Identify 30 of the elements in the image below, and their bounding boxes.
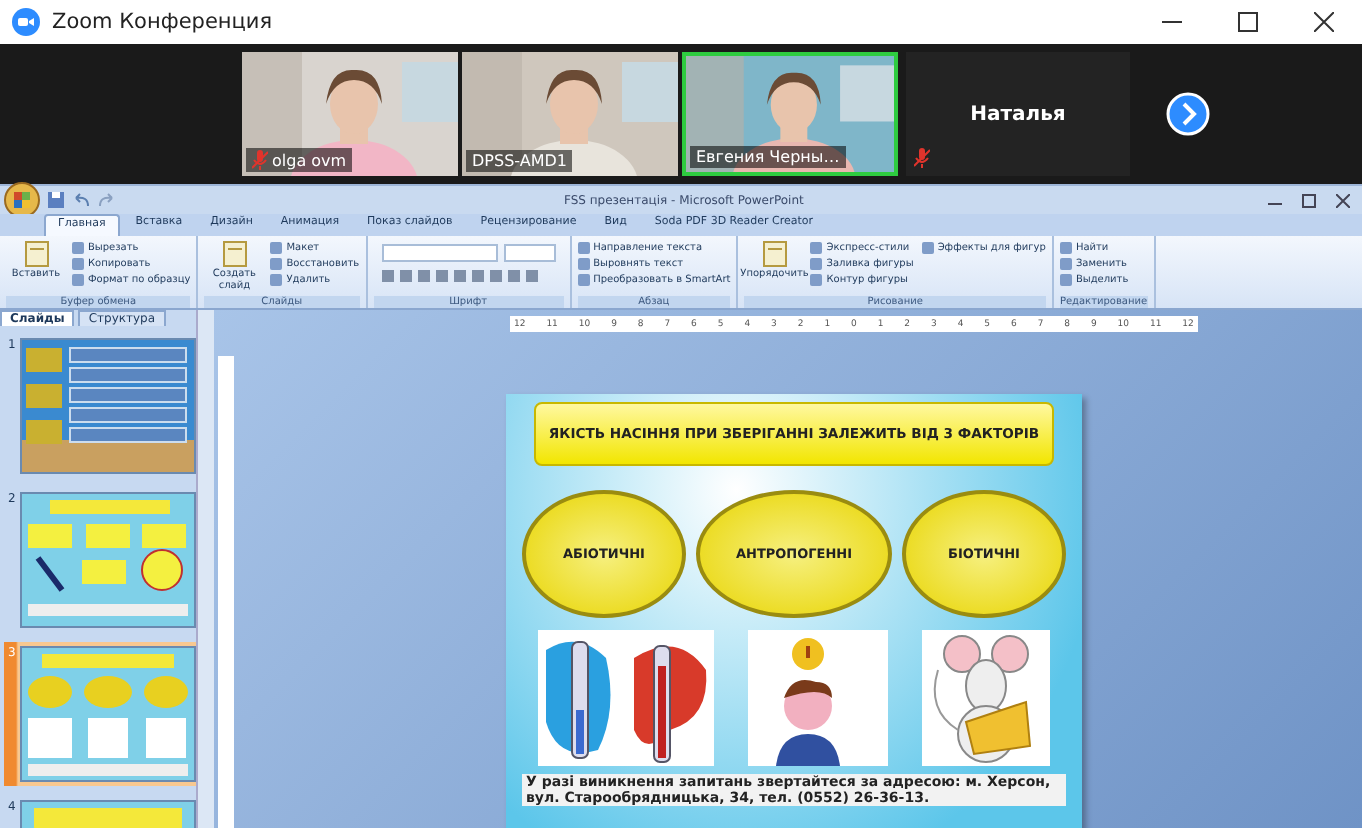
close-icon[interactable]	[1314, 12, 1334, 32]
participant-name: Евгения Черны…	[696, 148, 840, 166]
maximize-icon[interactable]	[1302, 193, 1316, 207]
participant-name: Наталья	[970, 103, 1066, 125]
redo-icon[interactable]	[98, 192, 116, 208]
scrollbar[interactable]	[196, 310, 214, 828]
participant-name: DPSS-AMD1	[472, 152, 567, 170]
close-icon[interactable]	[1336, 193, 1350, 207]
window-title: Zoom Конференция	[52, 10, 273, 34]
document-icon	[23, 240, 49, 268]
video-tile[interactable]: olga ovm	[242, 52, 458, 176]
font-size-field[interactable]	[503, 244, 556, 262]
font-name-field[interactable]	[381, 244, 498, 262]
video-tile[interactable]: Наталья	[906, 52, 1130, 176]
thinking-boy-drawing	[747, 630, 888, 766]
video-camera-icon	[12, 8, 40, 36]
participant-name: olga ovm	[272, 151, 347, 169]
video-tile[interactable]: Евгения Черны…	[682, 52, 898, 176]
muted-microphone-icon	[914, 148, 930, 168]
command-icon	[921, 242, 934, 254]
maximize-icon[interactable]	[1238, 12, 1258, 32]
next-page-button[interactable]	[1166, 92, 1210, 136]
save-icon[interactable]	[48, 192, 64, 208]
undo-icon[interactable]	[72, 192, 90, 208]
document-icon	[761, 240, 788, 268]
mouse-drawing	[921, 630, 1050, 766]
muted-microphone-icon	[252, 150, 268, 170]
formatting-icons-drawing[interactable]	[381, 268, 542, 284]
video-tile[interactable]: DPSS-AMD1	[462, 52, 678, 176]
document-icon	[221, 240, 248, 268]
